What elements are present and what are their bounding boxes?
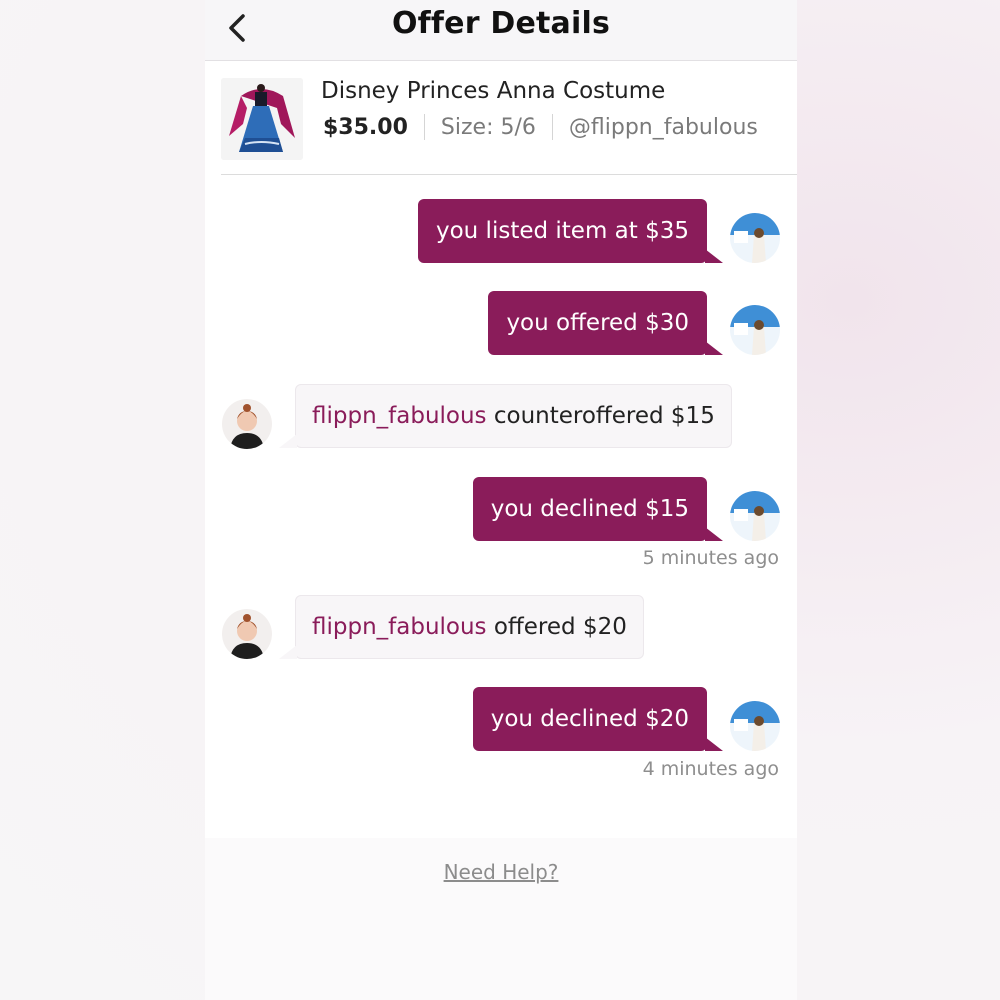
sender-username[interactable]: flippn_fabulous <box>312 403 487 429</box>
my-avatar[interactable] <box>730 213 780 263</box>
need-help-link[interactable]: Need Help? <box>205 860 797 884</box>
page-title: Offer Details <box>391 6 611 41</box>
message-bubble-outgoing: you offered $30 <box>488 291 723 355</box>
message-text: counteroffered $15 <box>486 403 715 429</box>
seller-username[interactable]: @flippn_fabulous <box>569 115 758 140</box>
my-avatar[interactable] <box>730 701 780 751</box>
listing-title[interactable]: Disney Princes Anna Costume <box>321 78 665 104</box>
message-bubble-incoming: flippn_fabulous offered $20 <box>279 595 644 659</box>
my-avatar[interactable] <box>730 491 780 541</box>
message-bubble-outgoing: you listed item at $35 <box>417 199 724 263</box>
seller-avatar[interactable] <box>222 609 272 659</box>
message-timestamp: 4 minutes ago <box>642 758 779 780</box>
header-bar: Offer Details <box>205 0 797 61</box>
listing-meta: $35.00 Size: 5/6 @flippn_fabulous <box>323 114 758 140</box>
listing-size: Size: 5/6 <box>440 114 536 140</box>
message-timestamp: 5 minutes ago <box>642 547 779 569</box>
my-avatar[interactable] <box>730 305 780 355</box>
sender-username[interactable]: flippn_fabulous <box>312 614 487 640</box>
divider <box>551 114 553 140</box>
offer-details-screen: Offer Details Disney Princes Anna Costum… <box>205 0 797 1000</box>
listing-price: $35.00 <box>323 114 408 140</box>
message-text: offered $20 <box>486 614 627 640</box>
message-bubble-outgoing: you declined $15 <box>472 477 724 541</box>
divider <box>423 114 425 140</box>
message-bubble-outgoing: you declined $20 <box>472 687 724 751</box>
listing-summary[interactable]: Disney Princes Anna Costume $35.00 Size:… <box>221 62 797 175</box>
listing-thumbnail[interactable] <box>221 78 303 160</box>
message-bubble-incoming: flippn_fabulous counteroffered $15 <box>279 384 732 448</box>
seller-avatar[interactable] <box>222 399 272 449</box>
